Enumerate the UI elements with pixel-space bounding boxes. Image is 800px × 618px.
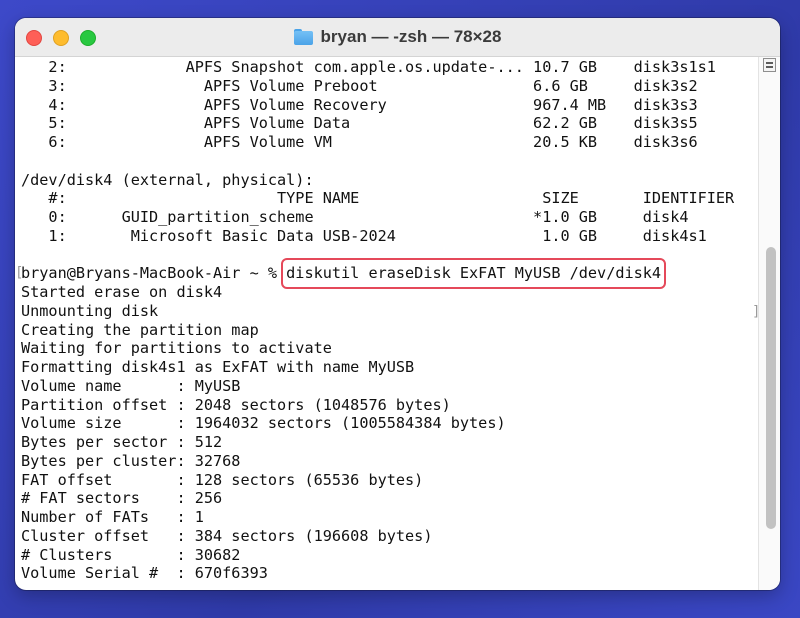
prompt-mark-left: [ [15,265,24,282]
output-line: Volume Serial # : 670f6393 [21,564,268,583]
scrollbar-thumb[interactable] [766,247,776,529]
output-line: #: TYPE NAME SIZE IDENTIFIER [21,189,735,208]
output-line: Unmounting disk [21,301,159,320]
output-line: FAT offset : 128 sectors (65536 bytes) [21,470,424,489]
terminal-window: bryan — -zsh — 78×28 2: APFS Snapshot co… [15,18,780,590]
output-line: 2: APFS Snapshot com.apple.os.update-...… [21,58,716,76]
output-line: Number of FATs : 1 [21,508,204,526]
output-line: 1: Microsoft Basic Data USB-2024 1.0 GB … [21,226,707,245]
output-line: Volume size : 1964032 sectors (100558438… [21,414,506,433]
output-line: Creating the partition map [21,320,259,339]
output-line: Partition offset : 2048 sectors (1048576… [21,395,451,414]
output-line: Cluster offset : 384 sectors (196608 byt… [21,526,433,545]
output-line: Bytes per sector : 512 [21,433,223,451]
output-line: Formatting disk4s1 as ExFAT with name My… [21,358,415,376]
output-line: 5: APFS Volume Data 62.2 GB disk3s5 [21,114,698,133]
terminal-output[interactable]: 2: APFS Snapshot com.apple.os.update-...… [15,57,756,590]
folder-icon [293,29,313,45]
output-line: 3: APFS Volume Preboot 6.6 GB disk3s2 [21,76,698,95]
output-line: Waiting for partitions to activate [21,339,332,358]
output-line: 0: GUID_partition_scheme *1.0 GB disk4 [21,208,689,226]
output-line: 6: APFS Volume VM 20.5 KB disk3s6 [21,133,698,151]
output-line: /dev/disk4 (external, physical): [21,170,314,189]
title-bar[interactable]: bryan — -zsh — 78×28 [15,18,780,57]
output-line: # Clusters : 30682 [21,545,241,564]
window-title-container: bryan — -zsh — 78×28 [15,18,780,56]
output-line: Volume name : MyUSB [21,376,241,395]
split-pane-icon[interactable] [763,58,776,72]
command-highlight-box [281,258,667,289]
output-line: # FAT sectors : 256 [21,489,223,508]
output-line: Bytes per cluster: 32768 [21,451,241,470]
vertical-scrollbar[interactable] [758,57,780,590]
output-line: 4: APFS Volume Recovery 967.4 MB disk3s3 [21,95,698,114]
window-title: bryan — -zsh — 78×28 [320,27,502,46]
terminal-content[interactable]: 2: APFS Snapshot com.apple.os.update-...… [15,57,780,590]
